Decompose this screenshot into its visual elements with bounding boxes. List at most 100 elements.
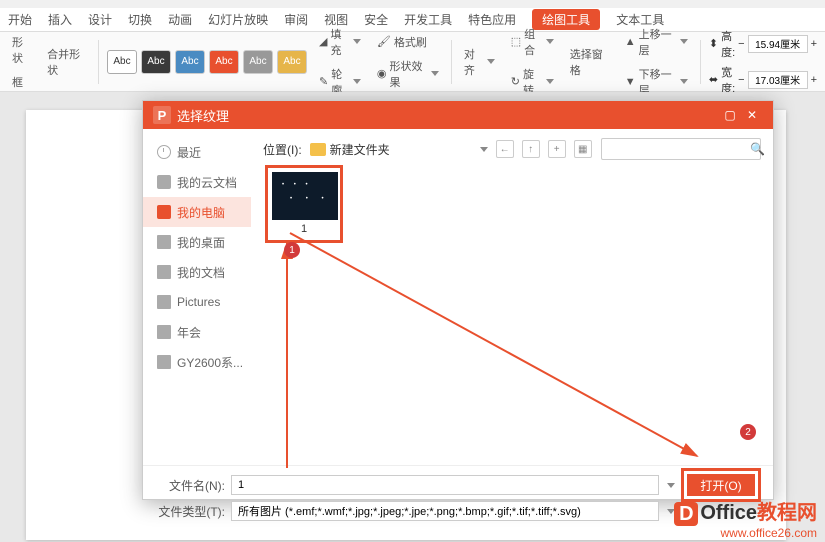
up-folder-icon[interactable]: ↑ [522,140,540,158]
dialog-title: 选择纹理 [177,106,719,125]
watermark-logo-icon: D [674,502,698,526]
sidebar-item-label: Pictures [177,295,220,309]
fill-btn[interactable]: ◢填充 [315,24,365,60]
style-swatch-orange[interactable]: Abc [209,50,239,74]
width-label: 宽度: [721,64,735,96]
combine-btn[interactable]: ⬚组合 [507,24,558,60]
location-value: 新建文件夹 [330,141,390,158]
rotate-icon: ↻ [511,75,520,88]
stepper-plus[interactable]: + [811,38,817,50]
style-swatch-gray[interactable]: Abc [243,50,273,74]
sidebar-item-computer[interactable]: 我的电脑 [143,197,251,227]
style-swatch-yellow[interactable]: Abc [277,50,307,74]
annotation-frame: 1 [265,165,343,243]
style-swatch-blue[interactable]: Abc [175,50,205,74]
height-label: 高度: [721,28,735,60]
bucket-icon: ◢ [319,35,327,48]
annotation-callout-1: 1 [284,242,300,258]
height-icon: ⬍ [709,37,718,50]
sidebar-item-cloud[interactable]: 我的云文档 [143,167,251,197]
file-grid[interactable]: 1 [263,161,761,457]
shape-effect-btn[interactable]: ◉形状效果 [373,56,443,92]
watermark-url: www.office26.com [674,526,817,540]
thumbnail-image [272,172,338,220]
chevron-down-icon [680,39,688,44]
view-mode-icon[interactable]: ▦ [574,140,592,158]
ribbon-tab-strip: 开始 插入 设计 切换 动画 幻灯片放映 审阅 视图 安全 开发工具 特色应用 … [0,8,825,32]
tab-transition[interactable]: 切换 [128,11,152,28]
maximize-icon[interactable]: ▢ [719,106,741,124]
folder-icon [157,235,171,249]
chevron-down-icon[interactable] [480,147,488,152]
sidebar-item-label: 我的文档 [177,264,225,281]
sidebar-item-label: 我的电脑 [177,204,225,221]
folder-icon [310,143,326,156]
sidebar-item-label: 最近 [177,144,201,161]
divider [700,40,701,84]
watermark: DOffice教程网 www.office26.com [674,496,817,540]
tab-devtools[interactable]: 开发工具 [404,11,452,28]
stepper-plus[interactable]: + [811,74,817,86]
location-dropdown[interactable]: 新建文件夹 [310,141,470,158]
up-icon: ▲ [625,36,636,48]
filename-label: 文件名(N): [155,477,225,494]
tab-slideshow[interactable]: 幻灯片放映 [208,11,268,28]
style-swatch-white[interactable]: Abc [107,50,137,74]
shape-label: 形状 [8,32,35,68]
frame-label: 框 [8,72,35,92]
style-gallery[interactable]: Abc Abc Abc Abc Abc Abc [107,50,307,74]
sidebar-item-gy[interactable]: GY2600系... [143,347,251,377]
style-swatch-black[interactable]: Abc [141,50,171,74]
filetype-dropdown[interactable] [231,501,659,521]
sidebar-item-desktop[interactable]: 我的桌面 [143,227,251,257]
move-up-btn[interactable]: ▲上移一层 [621,24,692,60]
select-pane-btn[interactable]: 选择窗格 [566,44,613,80]
down-icon: ▼ [625,76,636,88]
chevron-down-icon[interactable] [667,483,675,488]
new-folder-icon[interactable]: + [548,140,566,158]
file-name: 1 [272,220,336,236]
search-input[interactable] [608,143,750,155]
close-icon[interactable]: ✕ [741,106,763,124]
merge-shapes-btn[interactable]: 合并形状 [43,44,90,80]
back-icon[interactable]: ← [496,140,514,158]
file-item-1[interactable]: 1 [265,165,343,243]
annotation-callout-2: 2 [740,424,756,440]
align-btn[interactable]: 对齐 [460,44,499,80]
tab-security[interactable]: 安全 [364,11,388,28]
dialog-titlebar[interactable]: P 选择纹理 ▢ ✕ [143,101,773,129]
tab-review[interactable]: 审阅 [284,11,308,28]
chevron-down-icon [487,59,495,64]
stepper-minus[interactable]: − [738,38,744,50]
tab-start[interactable]: 开始 [8,11,32,28]
sidebar-item-yearhui[interactable]: 年会 [143,317,251,347]
search-icon[interactable]: 🔍 [750,142,765,156]
watermark-office: Office [700,502,757,524]
height-input[interactable] [748,35,808,53]
ribbon-content: 形状 框 合并形状 Abc Abc Abc Abc Abc Abc ◢填充 ✎轮… [0,32,825,92]
sidebar-item-docs[interactable]: 我的文档 [143,257,251,287]
tab-animation[interactable]: 动画 [168,11,192,28]
group-icon: ⬚ [511,35,521,48]
sidebar-item-recent[interactable]: 最近 [143,137,251,167]
window-tab-bar [0,0,825,8]
open-button[interactable]: 打开(O) [687,474,755,496]
brush-icon: 🖌 [377,35,391,48]
sidebar-item-label: GY2600系... [177,354,243,371]
stepper-minus[interactable]: − [738,74,744,86]
sidebar-item-pictures[interactable]: Pictures [143,287,251,317]
tab-insert[interactable]: 插入 [48,11,72,28]
sidebar-item-label: 我的云文档 [177,174,237,191]
sidebar-item-label: 年会 [177,324,201,341]
width-input[interactable] [748,71,808,89]
sidebar-item-label: 我的桌面 [177,234,225,251]
chevron-down-icon [353,79,361,84]
divider [451,40,452,84]
search-box[interactable]: 🔍 [601,138,761,160]
filename-input[interactable] [231,475,659,495]
watermark-course: 教程网 [757,502,817,524]
cube-icon [157,175,171,189]
tab-design[interactable]: 设计 [88,11,112,28]
effect-icon: ◉ [377,67,387,80]
format-painter-btn[interactable]: 🖌格式刷 [373,32,443,52]
